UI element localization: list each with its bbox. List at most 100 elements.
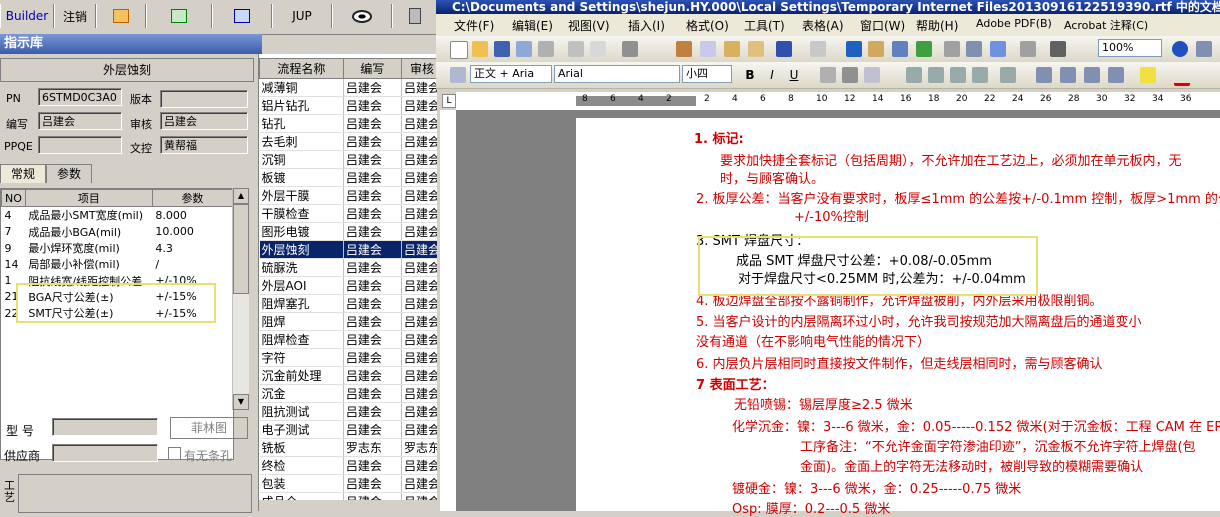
excel-button[interactable] <box>146 4 212 28</box>
decrease-indent-icon[interactable] <box>1084 67 1100 83</box>
hyperlink-icon[interactable] <box>846 41 862 57</box>
flow-row[interactable]: 沉金前处理 吕建会 吕建会 <box>259 366 437 385</box>
horizontal-ruler[interactable]: 8 6 4 2 2 4 6 8 10 12 14 16 18 20 22 24 26 28 30 32 34 36 <box>456 92 1220 111</box>
flow-row[interactable]: 阻焊 吕建会 吕建会 <box>259 312 437 331</box>
flow-hscrollbar[interactable] <box>259 500 437 511</box>
flow-row[interactable]: 外层干膜 吕建会 吕建会 <box>259 186 437 205</box>
flow-row[interactable]: 字符 吕建会 吕建会 <box>259 348 437 367</box>
flow-row[interactable]: 外层蚀刻 吕建会 吕建会 <box>259 240 437 259</box>
help-icon[interactable] <box>1172 41 1188 57</box>
version-field[interactable] <box>160 90 248 108</box>
model-field[interactable] <box>52 418 158 436</box>
scroll-up-icon[interactable]: ▲ <box>233 188 249 204</box>
copy-icon[interactable] <box>700 41 716 57</box>
col-flow-editor[interactable]: 编写 <box>342 58 402 79</box>
menu-help[interactable]: 帮助(H) <box>916 17 958 34</box>
vertical-ruler[interactable] <box>440 110 457 511</box>
format-painter-icon[interactable] <box>748 41 764 57</box>
table-row[interactable]: 4 成品最小SMT宽度(mil) 8.000 <box>2 207 233 224</box>
menu-acrobat-comments[interactable]: Acrobat 注释(C) <box>1064 17 1148 33</box>
flow-row[interactable]: 包装 吕建会 吕建会 <box>259 474 437 493</box>
numbering-icon[interactable] <box>1036 67 1052 83</box>
email-icon[interactable] <box>538 41 554 57</box>
justify-icon[interactable] <box>972 67 988 83</box>
flow-row[interactable]: 电子测试 吕建会 吕建会 <box>259 420 437 439</box>
process-text-area[interactable] <box>18 474 252 513</box>
tab-selector[interactable]: L <box>442 94 456 108</box>
flow-row[interactable]: 硫脲洗 吕建会 吕建会 <box>259 258 437 277</box>
pn-field[interactable]: 6STMD0C3A0 <box>38 88 122 106</box>
bold-button[interactable]: B <box>742 67 758 83</box>
no-hole-checkbox[interactable] <box>168 447 181 460</box>
flow-row[interactable]: 减薄铜 吕建会 吕建会 <box>259 78 437 97</box>
editor-field[interactable]: 吕建会 <box>38 112 122 130</box>
table-row[interactable]: 9 最小焊环宽度(mil) 4.3 <box>2 240 233 256</box>
align-center-icon[interactable] <box>928 67 944 83</box>
flow-row[interactable]: 干膜检查 吕建会 吕建会 <box>259 204 437 223</box>
flow-row[interactable]: 沉铜 吕建会 吕建会 <box>259 150 437 169</box>
char-scale-icon[interactable] <box>864 67 880 83</box>
view-button[interactable] <box>332 4 392 28</box>
tab-params[interactable]: 参数 <box>46 164 92 183</box>
char-shading-icon[interactable] <box>842 67 858 83</box>
font-color-icon[interactable] <box>1174 67 1190 86</box>
permission-icon[interactable] <box>516 41 532 57</box>
font-select[interactable]: Arial <box>554 65 680 83</box>
doc-control-field[interactable]: 黄帮福 <box>160 136 248 154</box>
param-scrollbar[interactable]: ▲ ▼ <box>232 188 249 410</box>
table-row[interactable]: 14 局部最小补偿(mil) / <box>2 256 233 272</box>
paste-icon[interactable] <box>724 41 740 57</box>
col-item[interactable]: 项目 <box>24 189 153 208</box>
menu-file[interactable]: 文件(F) <box>454 17 494 34</box>
flow-row[interactable]: 钻孔 吕建会 吕建会 <box>259 114 437 133</box>
flow-row[interactable]: 沉金 吕建会 吕建会 <box>259 384 437 403</box>
read-mode-icon[interactable] <box>1196 41 1212 57</box>
report-button[interactable] <box>96 4 146 28</box>
drawing-icon[interactable] <box>966 41 982 57</box>
menu-format[interactable]: 格式(O) <box>686 17 729 34</box>
align-right-icon[interactable] <box>950 67 966 83</box>
scroll-down-icon[interactable]: ▼ <box>233 394 249 410</box>
insert-table-icon[interactable] <box>892 41 908 57</box>
builder-button[interactable]: Builder <box>0 4 54 28</box>
line-spacing-icon[interactable] <box>1000 67 1016 83</box>
col-flow-reviewer[interactable]: 审核 <box>400 58 437 79</box>
scroll-thumb[interactable] <box>233 204 249 294</box>
cut-icon[interactable] <box>676 41 692 57</box>
reviewer-field[interactable]: 吕建会 <box>160 112 248 130</box>
document-page[interactable]: 1. 标记: 要求加快捷全套标记（包括周期），不允许加在工艺边上，必须加在单元板内… <box>576 118 1220 517</box>
align-left-icon[interactable] <box>906 67 922 83</box>
show-hide-icon[interactable] <box>1020 41 1036 57</box>
zoom-select[interactable]: 100% <box>1098 39 1162 57</box>
flow-row[interactable]: 终检 吕建会 吕建会 <box>259 456 437 475</box>
word-button[interactable] <box>212 4 272 28</box>
col-value[interactable]: 参数 <box>151 189 233 208</box>
read-icon[interactable] <box>1050 41 1066 57</box>
italic-button[interactable]: I <box>764 67 780 83</box>
insert-excel-icon[interactable] <box>916 41 932 57</box>
flow-row[interactable]: 铝片钻孔 吕建会 吕建会 <box>259 96 437 115</box>
redo-icon[interactable] <box>810 41 826 57</box>
menu-tools[interactable]: 工具(T) <box>744 17 785 34</box>
flow-row[interactable]: 阻焊塞孔 吕建会 吕建会 <box>259 294 437 313</box>
supplier-field[interactable] <box>52 444 158 462</box>
table-row[interactable]: 7 成品最小BGA(mil) 10.000 <box>2 224 233 240</box>
flow-row[interactable]: 外层AOI 吕建会 吕建会 <box>259 276 437 295</box>
bullets-icon[interactable] <box>1060 67 1076 83</box>
print-icon[interactable] <box>568 41 584 57</box>
flow-row[interactable]: 去毛刺 吕建会 吕建会 <box>259 132 437 151</box>
underline-button[interactable]: U <box>786 67 802 83</box>
style-select[interactable]: 正文 + Aria <box>470 65 552 83</box>
menu-insert[interactable]: 插入(I) <box>628 17 665 34</box>
jup-button[interactable]: JUP <box>272 4 332 28</box>
tables-borders-icon[interactable] <box>868 41 884 57</box>
char-border-icon[interactable] <box>820 67 836 83</box>
print-preview-icon[interactable] <box>590 41 606 57</box>
flow-row[interactable]: 阻焊检查 吕建会 吕建会 <box>259 330 437 349</box>
highlight-icon[interactable] <box>1140 67 1156 83</box>
col-no[interactable]: NO <box>1 189 26 208</box>
tab-general[interactable]: 常规 <box>0 164 46 183</box>
menu-view[interactable]: 视图(V) <box>568 17 610 34</box>
flow-row[interactable]: 板镀 吕建会 吕建会 <box>259 168 437 187</box>
styles-icon[interactable] <box>450 67 466 83</box>
